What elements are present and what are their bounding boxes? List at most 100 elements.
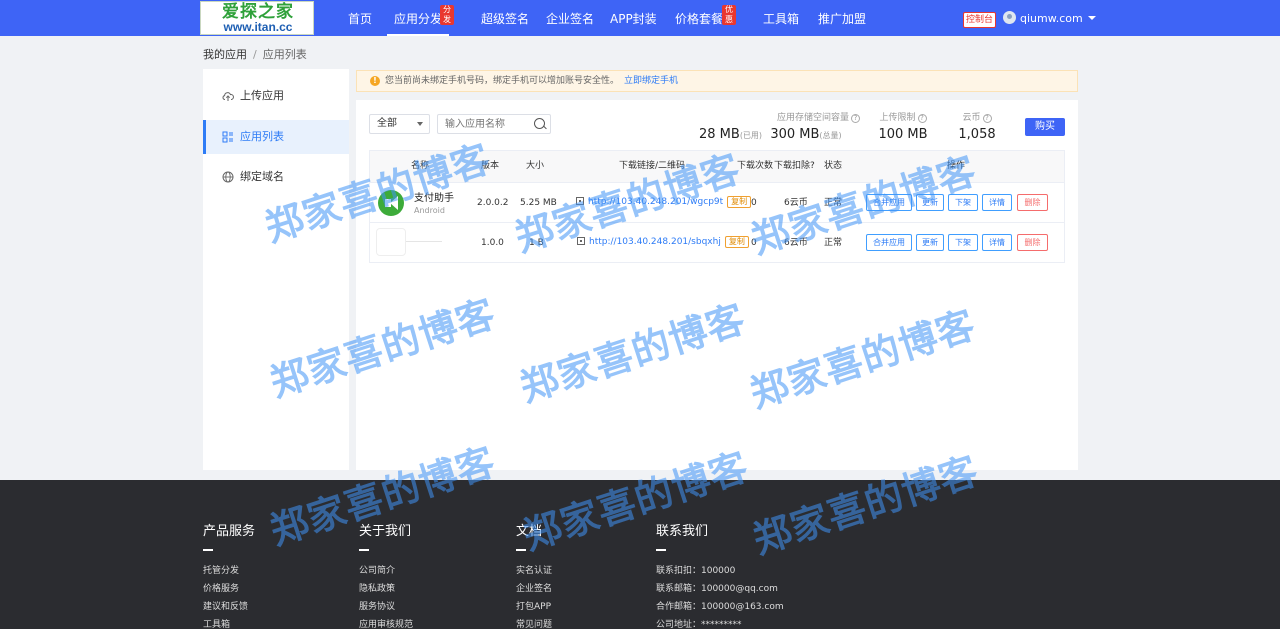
nav-badge-distribution: 分发 xyxy=(440,5,454,25)
breadcrumb: 我的应用 / 应用列表 xyxy=(203,46,307,62)
contact-email: 联系邮箱：100000@qq.com xyxy=(656,584,778,594)
help-icon[interactable]: ? xyxy=(982,114,992,123)
download-deduct: 6云币 xyxy=(784,198,808,208)
top-navbar: 爱探之家 www.itan.cc 首页 应用分发 分发 超级签名 企业签名 AP… xyxy=(0,0,1280,36)
sidebar-item-upload[interactable]: 上传应用 xyxy=(203,79,349,113)
bind-phone-link[interactable]: 立即绑定手机 xyxy=(624,76,678,86)
merge-app-button[interactable]: 合并应用 xyxy=(866,194,912,211)
upload-limit-value: 100 MB xyxy=(878,127,928,142)
nav-toolbox[interactable]: 工具箱 xyxy=(763,0,799,36)
offline-button[interactable]: 下架 xyxy=(948,194,978,211)
platform-filter-select[interactable]: 全部 xyxy=(369,114,430,134)
col-deduct: 下载扣除? xyxy=(774,161,815,171)
update-button[interactable]: 更新 xyxy=(916,194,944,211)
upload-limit-label: 上传限制 xyxy=(879,113,916,123)
help-icon[interactable]: ? xyxy=(917,114,927,123)
app-icon-placeholder xyxy=(376,228,406,256)
site-logo[interactable]: 爱探之家 www.itan.cc xyxy=(200,1,314,35)
app-table: 名称 版本 大小 下载链接/二维码 下载次数 下载扣除? 状态 操作 支付助手 A… xyxy=(369,150,1065,263)
footer-link[interactable]: 打包APP xyxy=(516,599,551,612)
download-count: 0 xyxy=(751,198,757,208)
sidebar: 上传应用 应用列表 绑定域名 xyxy=(203,69,349,470)
sidebar-item-label: 应用列表 xyxy=(240,130,284,143)
col-ops: 操作 xyxy=(947,161,966,171)
copy-button[interactable]: 复制 xyxy=(727,196,752,208)
app-list-panel: 全部 应用存储空间容量? 28 MB(已用) 300 MB(总量) 上传限制? … xyxy=(356,100,1078,470)
col-name: 名称 xyxy=(411,161,430,171)
logo-title: 爱探之家 xyxy=(222,2,294,22)
app-version: 2.0.0.2 xyxy=(477,198,509,208)
copy-button[interactable]: 复制 xyxy=(724,236,749,248)
nav-app-distribution-label: 应用分发 xyxy=(394,12,443,26)
footer-heading: 文档 xyxy=(516,524,543,539)
download-link[interactable]: http://103.40.248.201/sbqxhj xyxy=(589,237,721,247)
sidebar-item-app-list[interactable]: 应用列表 xyxy=(203,120,349,154)
detail-button[interactable]: 详情 xyxy=(982,194,1012,211)
buy-button[interactable]: 购买 xyxy=(1025,118,1065,136)
nav-home[interactable]: 首页 xyxy=(348,0,372,36)
chevron-down-icon xyxy=(417,122,423,126)
sidebar-item-bind-domain[interactable]: 绑定域名 xyxy=(203,160,349,194)
col-status: 状态 xyxy=(824,161,843,171)
nav-badge-pricing: 优惠 xyxy=(722,5,736,25)
qrcode-icon[interactable] xyxy=(576,197,584,205)
footer-link[interactable]: 建议和反馈 xyxy=(203,599,248,612)
company-address: 公司地址：********* xyxy=(656,620,742,629)
delete-button[interactable]: 删除 xyxy=(1017,194,1048,211)
nav-super-sign[interactable]: 超级签名 xyxy=(481,0,529,36)
site-footer: 产品服务 托管分发 价格服务 建议和反馈 工具箱 关于我们 公司简介 隐私政策 … xyxy=(0,480,1280,629)
coins-stat: 云币? 1,058 xyxy=(957,112,997,144)
col-link: 下载链接/二维码 xyxy=(619,161,686,171)
grid-list-icon xyxy=(222,131,233,143)
console-button[interactable]: 控制台 xyxy=(963,12,996,28)
breadcrumb-current: 应用列表 xyxy=(262,48,307,61)
chevron-down-icon xyxy=(1087,16,1096,20)
app-size: 1 B xyxy=(529,238,544,248)
notice-text: 您当前尚未绑定手机号码，绑定手机可以增加账号安全性。 xyxy=(385,76,620,86)
coins-label: 云币 xyxy=(962,113,981,123)
delete-button[interactable]: 删除 xyxy=(1017,234,1048,251)
detail-button[interactable]: 详情 xyxy=(982,234,1012,251)
search-icon[interactable] xyxy=(534,118,545,129)
sidebar-item-label: 绑定域名 xyxy=(240,170,284,183)
offline-button[interactable]: 下架 xyxy=(948,234,978,251)
merge-app-button[interactable]: 合并应用 xyxy=(866,234,912,251)
footer-link[interactable]: 服务协议 xyxy=(359,599,395,612)
globe-icon xyxy=(222,171,234,183)
footer-heading: 联系我们 xyxy=(656,524,709,539)
app-platform: Android xyxy=(414,206,445,215)
download-link[interactable]: http://103.40.248.201/wgcp9t xyxy=(588,197,723,207)
footer-link[interactable]: 隐私政策 xyxy=(359,581,395,594)
breadcrumb-root[interactable]: 我的应用 xyxy=(203,48,247,61)
footer-link[interactable]: 托管分发 xyxy=(203,563,239,576)
footer-link[interactable]: 公司简介 xyxy=(359,563,395,576)
update-button[interactable]: 更新 xyxy=(916,234,944,251)
footer-heading: 关于我们 xyxy=(359,524,412,539)
nav-enterprise-sign[interactable]: 企业签名 xyxy=(546,0,594,36)
cooperation-email: 合作邮箱：100000@163.com xyxy=(656,602,784,612)
footer-link[interactable]: 工具箱 xyxy=(203,617,230,629)
nav-pricing[interactable]: 价格套餐 xyxy=(675,0,723,36)
footer-link[interactable]: 企业签名 xyxy=(516,581,552,594)
footer-link[interactable]: 常见问题 xyxy=(516,617,552,629)
avatar xyxy=(1003,11,1016,24)
nav-app-wrap[interactable]: APP封装 xyxy=(610,0,657,36)
warning-icon: ! xyxy=(370,76,380,86)
qrcode-icon[interactable] xyxy=(577,237,585,245)
user-name: qiumw.com xyxy=(1020,12,1083,25)
storage-total-unit: (总量) xyxy=(819,131,842,140)
col-size: 大小 xyxy=(526,161,545,171)
footer-link[interactable]: 实名认证 xyxy=(516,563,552,576)
coins-value: 1,058 xyxy=(958,127,996,142)
help-icon[interactable]: ? xyxy=(851,114,861,123)
footer-link[interactable]: 价格服务 xyxy=(203,581,239,594)
app-status: 正常 xyxy=(824,238,843,248)
user-menu[interactable]: qiumw.com xyxy=(1003,11,1096,27)
nav-promotion[interactable]: 推广加盟 xyxy=(818,0,866,36)
storage-label: 应用存储空间容量 xyxy=(777,113,850,123)
storage-used-unit: (已用) xyxy=(739,131,763,140)
app-name[interactable]: 支付助手 xyxy=(414,193,454,205)
footer-link[interactable]: 应用审核规范 xyxy=(359,617,413,629)
app-name-placeholder xyxy=(406,241,442,242)
table-row: 1.0.0 1 B http://103.40.248.201/sbqxhj 复制… xyxy=(370,223,1064,263)
